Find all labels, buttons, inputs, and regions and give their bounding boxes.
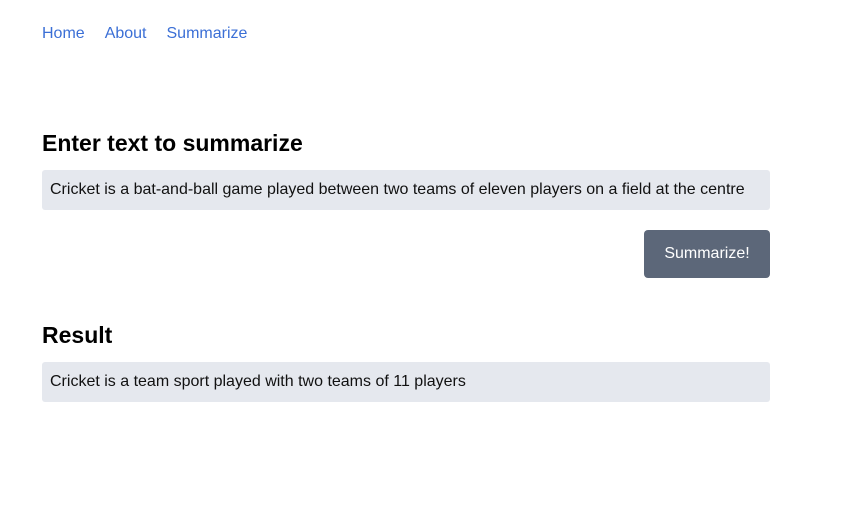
nav-link-about[interactable]: About bbox=[105, 24, 147, 44]
result-output: Cricket is a team sport played with two … bbox=[42, 362, 770, 402]
summarize-text-input[interactable] bbox=[42, 170, 770, 210]
result-section-title: Result bbox=[42, 322, 113, 348]
nav-link-home[interactable]: Home bbox=[42, 24, 85, 44]
summarize-button[interactable]: Summarize! bbox=[644, 230, 770, 278]
top-nav: Home About Summarize bbox=[42, 24, 247, 44]
input-section-title: Enter text to summarize bbox=[42, 130, 303, 156]
nav-link-summarize[interactable]: Summarize bbox=[167, 24, 248, 44]
